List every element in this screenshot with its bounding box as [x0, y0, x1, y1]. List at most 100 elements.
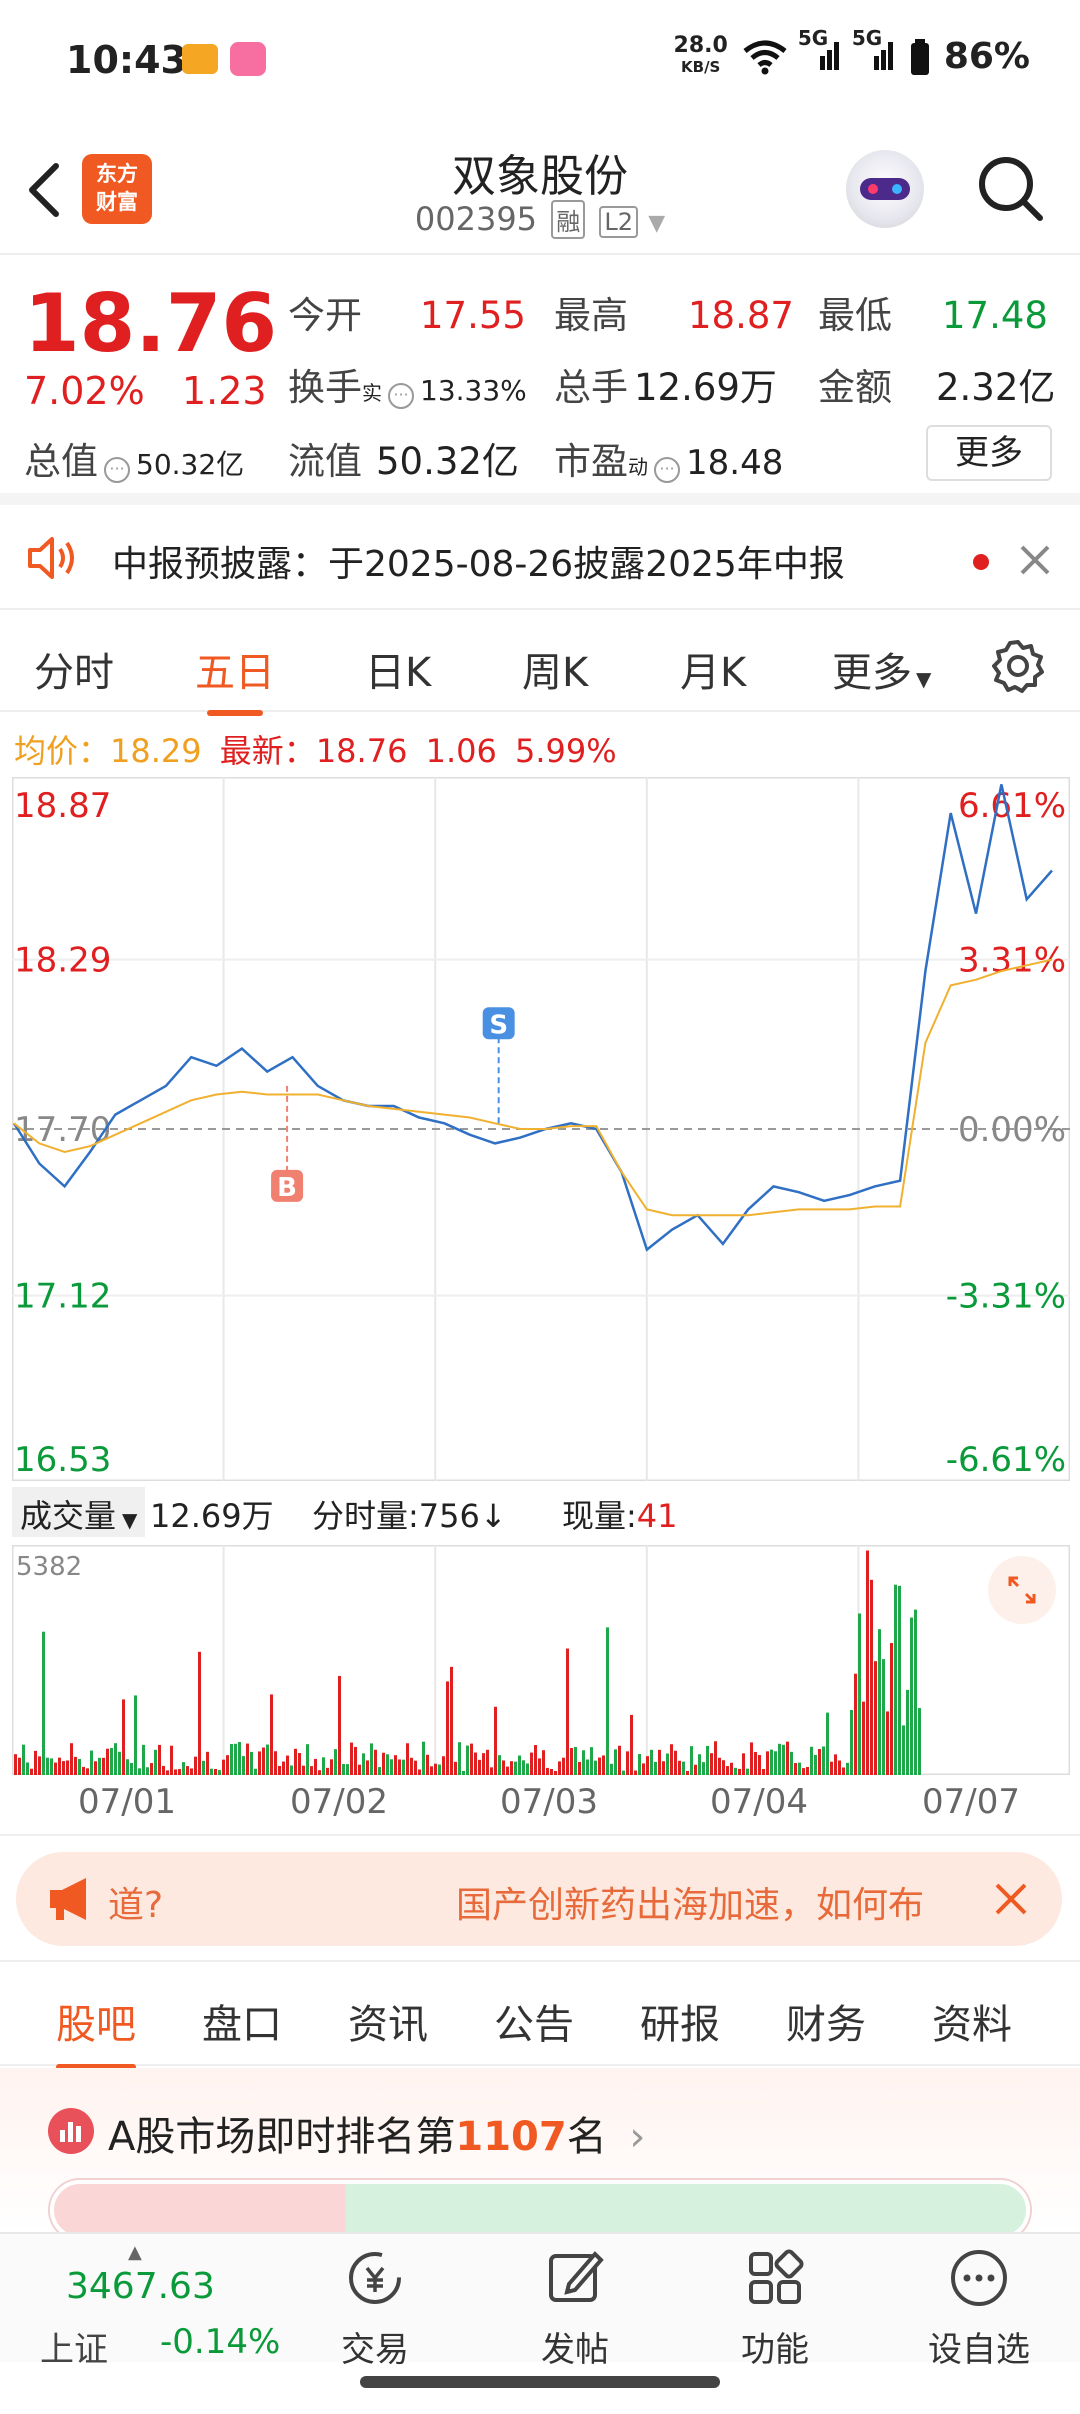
- volume-bar: [286, 1755, 289, 1775]
- volume-bar: [430, 1766, 433, 1775]
- info-icon[interactable]: ···: [388, 383, 414, 409]
- nav-add-watchlist[interactable]: 设自选: [904, 2234, 1054, 2371]
- nav-trade[interactable]: 交易: [300, 2234, 450, 2371]
- net-speed: 28.0 KB/S: [673, 33, 728, 77]
- stock-header: 东方财富 双象股份 002395 融 L2 ▼: [0, 120, 1080, 255]
- nav-post[interactable]: 发帖: [500, 2234, 650, 2371]
- volume-bar: [742, 1753, 745, 1775]
- volume-bar: [810, 1746, 813, 1775]
- info-icon[interactable]: ···: [654, 457, 680, 483]
- volume-bar: [814, 1754, 817, 1775]
- volume-bar: [914, 1609, 917, 1775]
- search-icon[interactable]: [976, 154, 1046, 224]
- close-icon[interactable]: [1018, 543, 1052, 577]
- volume-bar: [834, 1754, 837, 1775]
- volume-bar: [694, 1764, 697, 1775]
- open-item: 今开 17.55: [288, 294, 526, 337]
- expand-icon[interactable]: [988, 1556, 1056, 1624]
- date-label: 07/02: [290, 1782, 388, 1822]
- tab-more[interactable]: 更多 ▼: [832, 640, 931, 698]
- volume-bar: [486, 1749, 489, 1775]
- volume-bar: [230, 1744, 233, 1775]
- tab-announcements[interactable]: 公告: [494, 1992, 574, 2050]
- volume-bar: [206, 1751, 209, 1775]
- volume-bar: [790, 1751, 793, 1775]
- grid-icon: [749, 2249, 804, 2304]
- volume-bar: [18, 1757, 21, 1775]
- volume-bar: [526, 1763, 529, 1775]
- volume-bar: [690, 1746, 693, 1775]
- volume-bar: [274, 1751, 277, 1775]
- caret-up-icon: ▲: [128, 2242, 142, 2263]
- volume-bar: [562, 1757, 565, 1775]
- pe-item: 市盈 动 ··· 18.48: [554, 440, 784, 483]
- volume-bar: [38, 1756, 41, 1775]
- tab-financials[interactable]: 财务: [786, 1992, 866, 2050]
- tab-monthly-k[interactable]: 月K: [680, 640, 746, 698]
- volume-bar: [906, 1689, 909, 1775]
- volume-bar: [786, 1741, 789, 1775]
- volume-bar: [874, 1661, 877, 1775]
- volume-chart[interactable]: 5382: [12, 1545, 1070, 1775]
- latest-price: 18.76: [315, 732, 408, 770]
- volume-bar: [270, 1694, 273, 1775]
- tab-profile[interactable]: 资料: [932, 1992, 1012, 2050]
- more-button[interactable]: 更多: [926, 425, 1052, 481]
- info-tabs: 股吧 盘口 资讯 公告 研报 财务 资料: [0, 1960, 1080, 2070]
- home-indicator[interactable]: [360, 2376, 720, 2388]
- dropdown-icon: ▼: [648, 211, 666, 236]
- volume-bar: [202, 1760, 205, 1775]
- banner-text-left: 道?: [108, 1885, 164, 1926]
- volume-bar: [542, 1750, 545, 1775]
- volume-bar: [330, 1759, 333, 1775]
- volume-bar: [618, 1745, 621, 1775]
- status-right: 28.0 KB/S 5G 5G 86%: [673, 26, 1030, 77]
- volume-bar: [862, 1701, 865, 1775]
- tab-daily-k[interactable]: 日K: [365, 640, 431, 698]
- settings-gear-icon[interactable]: [990, 638, 1046, 694]
- y-tick-label-left: 18.29: [14, 941, 111, 981]
- volume-bar: [426, 1754, 429, 1775]
- y-tick-label-left: 17.12: [14, 1277, 111, 1317]
- tab-forum[interactable]: 股吧: [56, 1992, 136, 2070]
- change-amount: 1.23: [182, 369, 267, 413]
- nav-functions[interactable]: 功能: [700, 2234, 850, 2371]
- volume-bar: [658, 1749, 661, 1775]
- tab-orderbook[interactable]: 盘口: [202, 1992, 282, 2050]
- tab-research[interactable]: 研报: [640, 1992, 720, 2050]
- volume-bar: [598, 1757, 601, 1775]
- avg-price: 18.29: [110, 732, 202, 770]
- volume-bar: [58, 1757, 61, 1775]
- volume-indicator-select[interactable]: 成交量 ▼: [12, 1487, 146, 1537]
- volume-bar: [454, 1761, 457, 1775]
- mktcap-item: 总值 ··· 50.32亿: [24, 440, 245, 483]
- price-chart[interactable]: 18.8718.2917.7017.1216.536.61%3.31%0.00%…: [12, 777, 1070, 1481]
- volume-bar: [586, 1759, 589, 1775]
- tab-weekly-k[interactable]: 周K: [522, 640, 588, 698]
- info-icon[interactable]: ···: [104, 457, 130, 483]
- volume-bar: [358, 1764, 361, 1775]
- volume-bar: [482, 1753, 485, 1775]
- rank-bar-peek: [50, 2180, 1030, 2240]
- volume-bar: [802, 1768, 805, 1775]
- rank-chart-icon: [48, 2108, 94, 2154]
- turnover-value: 13.33%: [420, 374, 527, 407]
- volume-bar: [762, 1769, 765, 1775]
- volume-bar: [22, 1744, 25, 1775]
- news-banner[interactable]: 道? 国产创新药出海加速，如何布: [16, 1852, 1062, 1946]
- notice-bar[interactable]: 中报预披露：于2025-08-26披露2025年中报: [0, 505, 1080, 610]
- volume-bar: [402, 1759, 405, 1775]
- volume-bar: [662, 1761, 665, 1775]
- dropdown-icon: ▼: [122, 1508, 138, 1532]
- robot-avatar-icon[interactable]: [846, 150, 924, 228]
- tab-intraday[interactable]: 分时: [34, 640, 114, 698]
- close-icon[interactable]: [994, 1882, 1028, 1916]
- latest-change: 1.06: [425, 732, 497, 770]
- app-notif-icon: [182, 44, 218, 74]
- volume-bar: [442, 1756, 445, 1775]
- tab-five-day[interactable]: 五日: [195, 640, 275, 716]
- rank-section[interactable]: A股市场即时排名第1107名 ›: [0, 2068, 1080, 2240]
- price-line: [12, 784, 1053, 1252]
- tab-news[interactable]: 资讯: [348, 1992, 428, 2050]
- volume-bar: [182, 1762, 185, 1775]
